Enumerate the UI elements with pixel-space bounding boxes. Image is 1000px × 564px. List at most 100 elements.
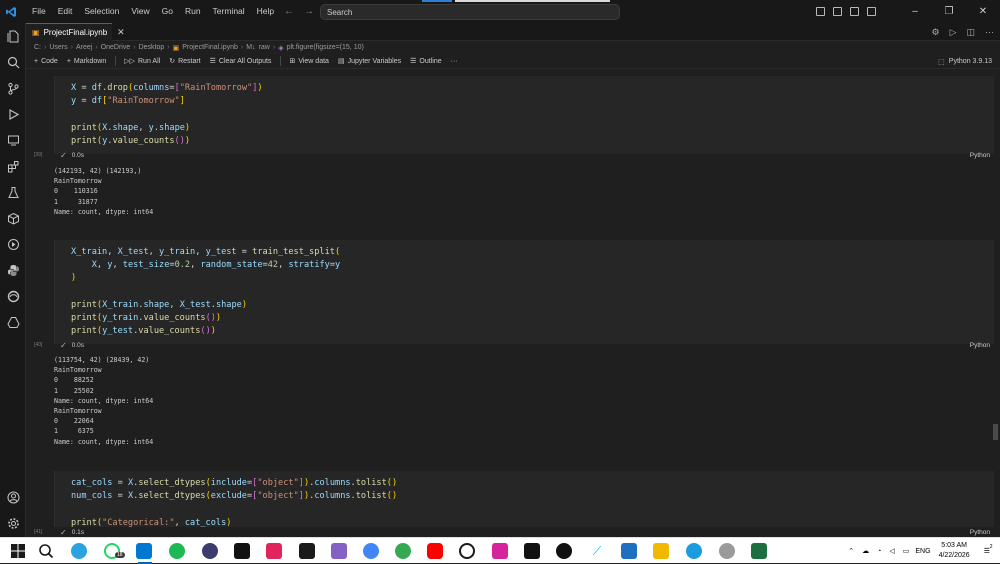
scrollbar-thumb[interactable] (993, 424, 998, 440)
youtube-icon[interactable] (427, 543, 443, 559)
restart-button[interactable]: ↻ Restart (169, 57, 200, 66)
back-arrow-icon[interactable]: ← (284, 6, 294, 17)
vscode-taskbar-icon[interactable] (136, 543, 152, 559)
snipping-tool-icon[interactable] (719, 543, 735, 559)
app-icon[interactable] (202, 543, 218, 559)
visual-studio-icon[interactable] (331, 543, 347, 559)
chrome-profile-icon[interactable] (395, 543, 411, 559)
breadcrumb-item[interactable]: Desktop (139, 44, 165, 51)
volume-icon[interactable]: ◁ (889, 547, 894, 555)
add-markdown-cell-button[interactable]: + Markdown (67, 58, 106, 65)
breadcrumb-item[interactable]: ProjectFinal.ipynb (182, 44, 238, 51)
add-code-cell-button[interactable]: + Code (34, 58, 58, 65)
search-icon[interactable] (5, 54, 21, 70)
toggle-secondary-sidebar-icon[interactable] (867, 7, 876, 16)
split-editor-icon[interactable]: ◫ (966, 27, 975, 38)
chevron-up-icon[interactable]: ⌃ (848, 547, 854, 555)
code-editor[interactable]: X_train, X_test, y_train, y_test = train… (55, 240, 994, 338)
code-editor[interactable]: X = df.drop(columns=["RainTomorrow"]) y … (55, 76, 994, 148)
testing-flask-icon[interactable] (5, 184, 21, 200)
spotify-icon[interactable] (169, 543, 185, 559)
view-data-button[interactable]: ⊞ View data (289, 57, 329, 66)
edge-browser-icon[interactable] (5, 288, 21, 304)
instagram-icon[interactable] (492, 543, 508, 559)
more-toolbar-button[interactable]: ··· (451, 58, 458, 65)
cell-language[interactable]: Python (970, 342, 990, 349)
wifi-icon[interactable]: ◔ (877, 548, 881, 555)
cell-language[interactable]: Python (970, 152, 990, 159)
menu-selection[interactable]: Selection (78, 0, 125, 23)
code-cell[interactable]: X = df.drop(columns=["RainTomorrow"]) y … (54, 76, 994, 154)
extensions-icon[interactable] (5, 158, 21, 174)
app-5-icon[interactable] (653, 543, 669, 559)
code-cell[interactable]: cat_cols = X.select_dtypes(include=["obj… (54, 471, 994, 530)
customize-layout-icon[interactable] (816, 7, 825, 16)
chatgpt-icon[interactable] (459, 543, 475, 559)
menu-run[interactable]: Run (179, 0, 207, 23)
pycharm-icon[interactable] (234, 543, 250, 559)
run-all-button[interactable]: ▷▷ Run All (124, 57, 160, 66)
toggle-primary-sidebar-icon[interactable] (833, 7, 842, 16)
menu-file[interactable]: File (26, 0, 52, 23)
taskbar-search-icon[interactable] (38, 543, 54, 559)
outline-button[interactable]: ☰ Outline (410, 57, 441, 66)
tab-close-icon[interactable]: ✕ (117, 27, 125, 38)
language-indicator[interactable]: ENG (915, 548, 930, 555)
code-editor[interactable]: cat_cols = X.select_dtypes(include=["obj… (55, 471, 994, 530)
more-actions-icon[interactable]: ··· (985, 27, 994, 37)
menu-view[interactable]: View (125, 0, 155, 23)
run-notebook-icon[interactable]: ▷ (950, 27, 957, 38)
tab-projectfinal[interactable]: ▣ ProjectFinal.ipynb ✕ (26, 23, 125, 41)
account-icon[interactable] (5, 489, 21, 505)
cell-language[interactable]: Python (970, 529, 990, 536)
vscode-logo-icon[interactable] (0, 0, 22, 23)
breadcrumb-item[interactable]: plt.figure(figsize=(15, 10) (287, 44, 364, 51)
telegram-icon[interactable] (71, 543, 87, 559)
manage-gear-icon[interactable] (5, 515, 21, 531)
cloud-icon[interactable]: ☁ (862, 547, 869, 555)
breadcrumb-item[interactable]: OneDrive (101, 44, 131, 51)
containers-icon[interactable] (5, 210, 21, 226)
source-control-icon[interactable] (5, 80, 21, 96)
breadcrumb-item[interactable]: raw (259, 44, 270, 51)
cursor-app-icon[interactable] (299, 543, 315, 559)
minimize-icon[interactable]: – (898, 0, 932, 23)
menu-go[interactable]: Go (156, 0, 179, 23)
jupyter-variables-button[interactable]: ▤ Jupyter Variables (338, 57, 401, 66)
windows-start-icon[interactable] (10, 543, 26, 559)
intellij-icon[interactable] (266, 543, 282, 559)
copilot-icon[interactable]: ⟋ (589, 543, 605, 559)
chrome-icon[interactable] (363, 543, 379, 559)
tiktok-icon[interactable] (524, 543, 540, 559)
kernel-picker[interactable]: ⬚ Python 3.9.13 (938, 54, 992, 69)
run-debug-icon[interactable] (5, 106, 21, 122)
drive-icon[interactable] (5, 314, 21, 330)
output-line: Name: count, dtype: int64 (54, 437, 154, 446)
menu-terminal[interactable]: Terminal (207, 0, 251, 23)
maximize-icon[interactable]: ❐ (932, 0, 966, 23)
excel-icon[interactable] (751, 543, 767, 559)
app-circle-icon[interactable] (686, 543, 702, 559)
timeline-icon[interactable] (5, 236, 21, 252)
explorer-icon[interactable] (5, 28, 21, 44)
breadcrumb-item[interactable]: Users (49, 44, 67, 51)
clock[interactable]: 5:03 AM 4/22/2026 (939, 541, 970, 561)
remote-explorer-icon[interactable] (5, 132, 21, 148)
command-center-search[interactable]: Search (320, 4, 620, 20)
notification-icon[interactable]: ☰ 2 (984, 544, 993, 555)
forward-arrow-icon[interactable]: → (304, 6, 314, 17)
remote-desktop-icon[interactable] (621, 543, 637, 559)
threads-icon[interactable] (556, 543, 572, 559)
python-icon[interactable] (5, 262, 21, 278)
notebook-settings-gear-icon[interactable]: ⚙ (931, 27, 939, 38)
code-cell[interactable]: X_train, X_test, y_train, y_test = train… (54, 240, 994, 344)
breadcrumb-item[interactable]: Areej (76, 44, 92, 51)
menu-edit[interactable]: Edit (52, 0, 79, 23)
search-label: Search (327, 7, 353, 17)
breadcrumb-item[interactable]: C: (34, 44, 41, 51)
menu-help[interactable]: Help (251, 0, 280, 23)
clear-outputs-button[interactable]: ☰ Clear All Outputs (210, 57, 272, 66)
battery-icon[interactable]: ▭ (903, 547, 910, 555)
close-window-icon[interactable]: ✕ (966, 0, 1000, 23)
toggle-panel-icon[interactable] (850, 7, 859, 16)
